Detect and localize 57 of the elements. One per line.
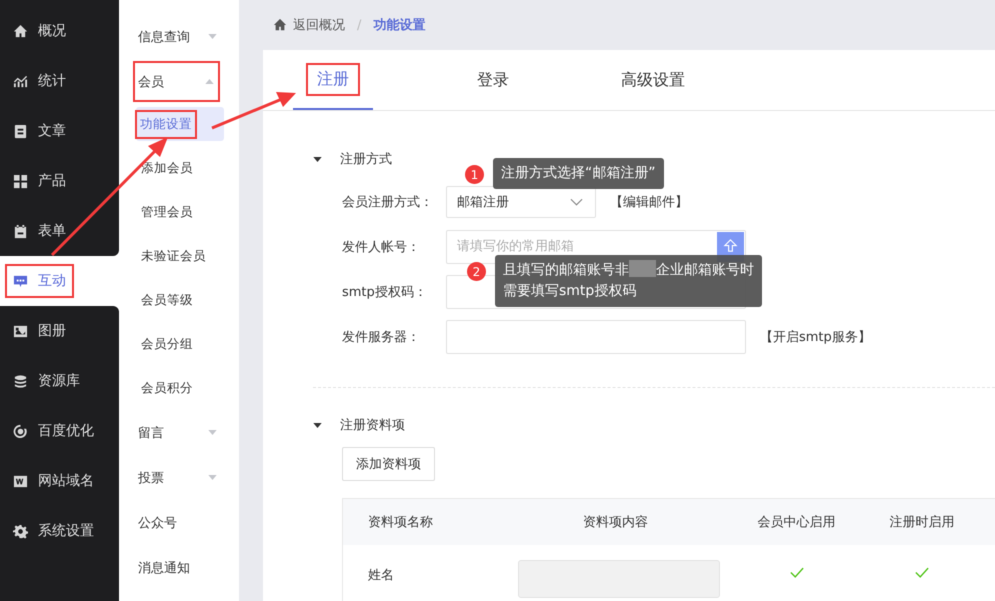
- submenu-item[interactable]: 会员等级: [136, 278, 224, 322]
- table-cell-text: 姓名: [367, 567, 395, 585]
- field-label: 发件人帐号：: [342, 238, 421, 256]
- home-icon: [13, 24, 28, 38]
- chart-icon: [13, 74, 28, 88]
- refresh-icon: [13, 424, 28, 438]
- submenu-item[interactable]: 留言: [119, 410, 239, 455]
- submenu-item[interactable]: 会员: [133, 61, 220, 102]
- caret-down-icon: [208, 475, 217, 480]
- tab[interactable]: 注册: [293, 50, 373, 110]
- tooltip: 且填写的邮箱账号非 企业邮箱账号时 需要填写smtp授权码: [495, 255, 762, 307]
- submenu-item[interactable]: 会员分组: [136, 322, 224, 366]
- submenu-item[interactable]: 功能设置: [136, 107, 224, 141]
- caret-down-icon: [208, 34, 217, 39]
- column-header: 资料项名称: [367, 514, 434, 532]
- caret-down-icon[interactable]: [313, 156, 322, 162]
- submenu-item[interactable]: 消息通知: [119, 545, 239, 590]
- back-link[interactable]: 返回概况: [293, 16, 345, 34]
- section-title: 注册方式: [340, 151, 392, 168]
- submenu-item[interactable]: 公众号: [119, 500, 239, 545]
- submenu-item[interactable]: 信息查询: [119, 14, 239, 59]
- caret-down-icon[interactable]: [313, 422, 322, 428]
- nav-item[interactable]: 表单: [0, 206, 119, 256]
- nav-item[interactable]: 图册: [0, 306, 119, 356]
- column-header: 会员中心启用: [734, 499, 860, 545]
- field-label: 会员注册方式：: [342, 194, 434, 210]
- submenu-item[interactable]: 投票: [119, 455, 239, 500]
- add-item-button[interactable]: 添加资料项: [342, 447, 435, 481]
- submenu-item[interactable]: 管理会员: [136, 190, 224, 234]
- database-icon: [13, 374, 28, 388]
- field-label: 发件服务器：: [342, 328, 421, 346]
- caret-down-icon: [208, 430, 217, 435]
- picture-icon: [13, 324, 28, 338]
- submenu-item[interactable]: 会员积分: [136, 366, 224, 410]
- text-link[interactable]: 【开启smtp服务】: [760, 328, 871, 346]
- submenu-item[interactable]: 未验证会员: [136, 234, 224, 278]
- document-icon: [13, 124, 28, 138]
- w-logo-icon: [13, 474, 28, 488]
- home-icon: [273, 18, 287, 32]
- field-label: smtp授权码：: [342, 284, 428, 300]
- upload-icon: [723, 238, 738, 252]
- gear-icon: [13, 524, 28, 538]
- caret-up-icon: [205, 79, 214, 84]
- tab[interactable]: 登录: [453, 50, 533, 110]
- chevron-down-icon: [570, 198, 583, 206]
- breadcrumb-current: 功能设置: [373, 17, 426, 34]
- column-header: 注册时启用: [859, 499, 986, 545]
- tab[interactable]: 高级设置: [613, 50, 693, 110]
- grid-icon: [13, 174, 28, 188]
- calendar-icon: [13, 224, 28, 238]
- column-header: 资料项内容: [498, 499, 734, 545]
- text-link[interactable]: 【编辑邮件】: [610, 192, 688, 210]
- breadcrumb-separator: /: [357, 18, 362, 32]
- section-title: 注册资料项: [340, 417, 405, 434]
- tooltip: 注册方式选择“邮箱注册”: [493, 158, 664, 189]
- input-field[interactable]: [446, 320, 746, 354]
- chat-icon: [13, 274, 28, 288]
